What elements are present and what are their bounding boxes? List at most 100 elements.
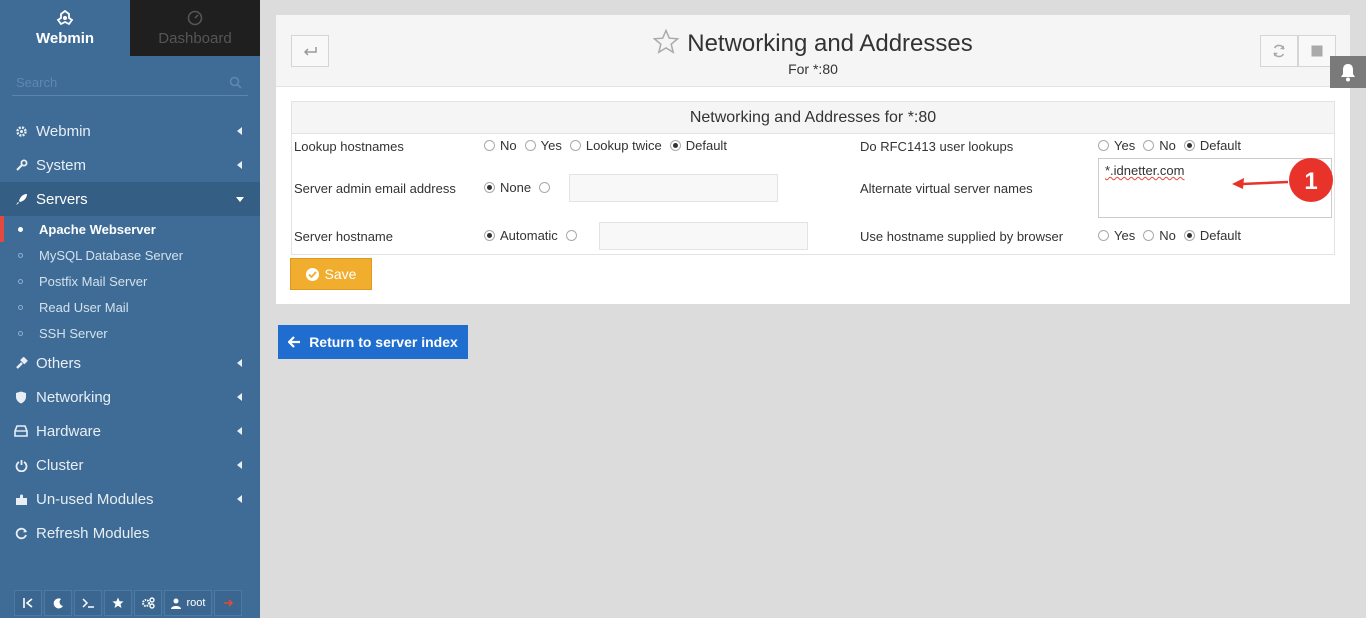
radio-icon — [484, 140, 495, 151]
caret-left-icon — [237, 393, 242, 401]
lookup-default-radio[interactable]: Default — [669, 138, 727, 153]
caret-left-icon — [237, 161, 242, 169]
refresh-icon — [14, 526, 28, 540]
return-to-server-index-button[interactable]: Return to server index — [278, 325, 468, 359]
user-button[interactable]: root — [164, 590, 212, 616]
bullet-icon — [18, 305, 23, 310]
tab-dashboard[interactable]: Dashboard — [130, 0, 260, 56]
favorites-button[interactable] — [104, 590, 132, 616]
radio-icon — [1143, 140, 1155, 151]
caret-left-icon — [237, 495, 242, 503]
sidebar-item-webmin[interactable]: Webmin — [0, 114, 260, 148]
radio-selected-icon — [484, 182, 495, 193]
main-panel: Networking and Addresses For *:80 Networ… — [276, 15, 1350, 304]
sidebar-subitem-mysql[interactable]: MySQL Database Server — [0, 242, 260, 268]
rfc-yes-radio[interactable]: Yes — [1098, 138, 1135, 153]
star-icon — [112, 597, 124, 608]
lookup-twice-radio[interactable]: Lookup twice — [569, 138, 662, 153]
theme-settings-button[interactable] — [134, 590, 162, 616]
bell-icon — [1341, 63, 1355, 81]
alt-names-value: *.idnetter.com — [1105, 163, 1185, 178]
hostname-custom-radio[interactable] — [565, 228, 582, 243]
radio-selected-icon — [484, 230, 495, 241]
radio-label: Automatic — [500, 228, 558, 243]
sidebar-subitem-readmail[interactable]: Read User Mail — [0, 294, 260, 320]
admin-email-input[interactable] — [569, 174, 778, 202]
sidebar-subitem-apache[interactable]: Apache Webserver — [0, 216, 260, 242]
night-mode-button[interactable] — [44, 590, 72, 616]
radio-label: Default — [1199, 228, 1242, 243]
radio-icon — [1143, 230, 1155, 241]
admin-email-label: Server admin email address — [294, 181, 456, 196]
sidebar-item-cluster[interactable]: Cluster — [0, 448, 260, 482]
tab-webmin[interactable]: Webmin — [0, 0, 130, 56]
star-outline-icon[interactable] — [653, 29, 680, 54]
username: root — [186, 597, 206, 609]
email-none-radio[interactable]: None — [484, 180, 531, 195]
search-input[interactable] — [12, 68, 248, 96]
sidebar-item-label: Un-used Modules — [36, 490, 154, 508]
radio-selected-icon — [1183, 230, 1195, 241]
notifications-button[interactable] — [1330, 56, 1366, 88]
use-hostname-label: Use hostname supplied by browser — [860, 229, 1064, 244]
sidebar-item-servers[interactable]: Servers — [0, 182, 260, 216]
caret-left-icon — [237, 461, 242, 469]
radio-icon — [539, 182, 551, 193]
logout-icon — [223, 599, 233, 607]
lookup-no-radio[interactable]: No — [484, 138, 517, 153]
rfc1413-label: Do RFC1413 user lookups — [860, 139, 1014, 154]
sidebar-item-refresh-modules[interactable]: Refresh Modules — [0, 516, 260, 550]
radio-label: No — [500, 138, 517, 153]
sidebar-item-others[interactable]: Others — [0, 346, 260, 380]
sidebar-subitem-postfix[interactable]: Postfix Mail Server — [0, 268, 260, 294]
email-custom-radio[interactable] — [539, 180, 555, 195]
radio-selected-icon — [1183, 140, 1195, 151]
rfc-default-radio[interactable]: Default — [1183, 138, 1242, 153]
return-label: Return to server index — [309, 334, 458, 350]
sidebar-item-system[interactable]: System — [0, 148, 260, 182]
radio-label: Yes — [540, 138, 562, 153]
save-button[interactable]: Save — [290, 258, 372, 290]
sidebar-item-label: Hardware — [36, 422, 102, 440]
collapse-sidebar-button[interactable] — [14, 590, 42, 616]
terminal-button[interactable] — [74, 590, 102, 616]
cogs-icon — [142, 597, 155, 609]
form-row-hostname: Server hostname Automatic Use hostname s… — [292, 220, 1334, 254]
sidebar-subitem-ssh[interactable]: SSH Server — [0, 320, 260, 346]
sidebar-item-unused-modules[interactable]: Un-used Modules — [0, 482, 260, 516]
dashboard-gauge-icon — [187, 10, 203, 25]
sidebar-item-networking[interactable]: Networking — [0, 380, 260, 414]
usehost-default-radio[interactable]: Default — [1183, 228, 1242, 243]
bullet-icon — [18, 227, 23, 232]
rfc-no-radio[interactable]: No — [1143, 138, 1176, 153]
radio-label: Default — [1199, 138, 1242, 153]
shield-icon — [14, 390, 28, 404]
form-title: Networking and Addresses for *:80 — [292, 102, 1334, 134]
hostname-auto-radio[interactable]: Automatic — [484, 228, 558, 243]
usehost-yes-radio[interactable]: Yes — [1098, 228, 1135, 243]
sidebar-top-tabs: Webmin Dashboard — [0, 0, 260, 56]
subitem-label: Read User Mail — [39, 299, 129, 315]
square-icon — [1311, 45, 1323, 57]
form-row-email: Server admin email address None Alternat… — [292, 158, 1334, 220]
lookup-yes-radio[interactable]: Yes — [524, 138, 562, 153]
sidebar-menu: Webmin System Servers Apache Webserver M… — [0, 114, 260, 550]
annotation-callout: 1 — [1232, 158, 1333, 202]
tab-dashboard-label: Dashboard — [158, 29, 232, 47]
save-label: Save — [324, 266, 357, 282]
gear-icon — [14, 124, 28, 138]
terminal-icon — [81, 598, 94, 608]
sidebar-item-hardware[interactable]: Hardware — [0, 414, 260, 448]
sidebar-item-label: Others — [36, 354, 82, 372]
tab-webmin-label: Webmin — [35, 29, 95, 47]
logout-button[interactable] — [214, 590, 242, 616]
search-icon[interactable] — [229, 76, 242, 89]
server-hostname-group: Automatic — [484, 228, 590, 243]
radio-icon — [524, 140, 536, 151]
subitem-label: SSH Server — [39, 325, 108, 341]
usehost-no-radio[interactable]: No — [1143, 228, 1176, 243]
caret-left-icon — [237, 127, 242, 135]
hdd-icon — [14, 424, 28, 438]
server-hostname-input[interactable] — [599, 222, 808, 250]
reload-button[interactable] — [1260, 35, 1298, 67]
